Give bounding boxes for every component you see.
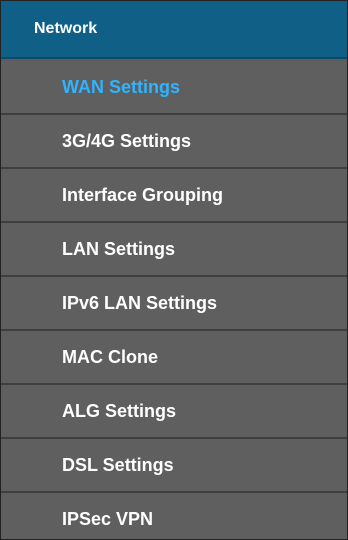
menu-item-alg-settings[interactable]: ALG Settings <box>1 385 347 439</box>
menu-item-label: Interface Grouping <box>62 185 224 205</box>
menu-item-label: 3G/4G Settings <box>62 131 192 151</box>
menu-item-lan-settings[interactable]: LAN Settings <box>1 223 347 277</box>
menu-item-label: LAN Settings <box>62 239 176 259</box>
menu-item-label: DSL Settings <box>62 455 174 475</box>
menu-header-network[interactable]: Network <box>1 1 347 59</box>
menu-item-ipsec-vpn[interactable]: IPSec VPN <box>1 493 347 539</box>
menu-item-label: WAN Settings <box>62 77 181 97</box>
menu-item-label: IPSec VPN <box>62 509 154 529</box>
menu-item-label: ALG Settings <box>62 401 177 421</box>
menu-header-label: Network <box>34 20 98 37</box>
menu-item-label: IPv6 LAN Settings <box>62 293 218 313</box>
menu-item-interface-grouping[interactable]: Interface Grouping <box>1 169 347 223</box>
menu-item-3g4g-settings[interactable]: 3G/4G Settings <box>1 115 347 169</box>
menu-item-wan-settings[interactable]: WAN Settings <box>1 61 347 115</box>
side-menu: Network WAN Settings 3G/4G Settings Inte… <box>0 0 348 540</box>
submenu-list: WAN Settings 3G/4G Settings Interface Gr… <box>1 61 347 539</box>
menu-item-mac-clone[interactable]: MAC Clone <box>1 331 347 385</box>
menu-item-dsl-settings[interactable]: DSL Settings <box>1 439 347 493</box>
menu-item-label: MAC Clone <box>62 347 158 367</box>
menu-item-ipv6-lan-settings[interactable]: IPv6 LAN Settings <box>1 277 347 331</box>
